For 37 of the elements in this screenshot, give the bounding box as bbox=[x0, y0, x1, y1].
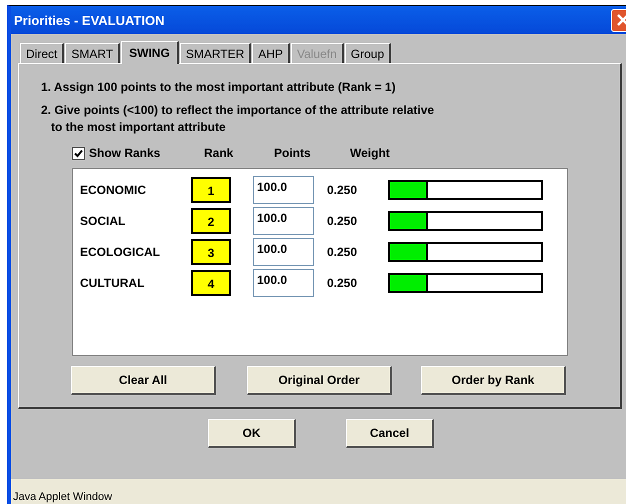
status-text: Java Applet Window bbox=[13, 491, 112, 503]
weight-value: 0.250 bbox=[327, 276, 358, 290]
instruction-text: 1. Assign 100 points to the most important attribute (Rank = 1) bbox=[41, 80, 397, 94]
points-field[interactable]: 100.0 bbox=[253, 176, 314, 204]
weight-value: 0.250 bbox=[327, 214, 358, 228]
panel-button[interactable]: Order by Rank bbox=[421, 366, 566, 395]
column-header: Weight bbox=[350, 146, 390, 160]
dialog-button[interactable]: Cancel bbox=[346, 419, 434, 448]
attribute-name: SOCIAL bbox=[79, 214, 126, 228]
window-title: Priorities - EVALUATION bbox=[14, 12, 164, 28]
instruction-text: to the most important attribute bbox=[51, 120, 227, 134]
weight-value: 0.250 bbox=[327, 244, 358, 258]
instruction-text: 2. Give points (<100) to reflect the importance of the attribute relative bbox=[41, 103, 436, 117]
points-field[interactable]: 100.0 bbox=[253, 206, 314, 234]
rank-badge: 3 bbox=[191, 238, 231, 264]
tab[interactable]: AHP bbox=[252, 43, 290, 63]
tab[interactable]: SMARTER bbox=[180, 43, 252, 63]
rank-badge: 2 bbox=[191, 208, 231, 234]
tab[interactable]: Group bbox=[344, 43, 392, 63]
rank-badge: 4 bbox=[191, 270, 231, 296]
column-header: Points bbox=[274, 146, 312, 160]
dialog-button[interactable]: OK bbox=[208, 419, 296, 448]
attribute-name: ECOLOGICAL bbox=[79, 244, 161, 258]
points-field[interactable]: 100.0 bbox=[253, 238, 314, 266]
rank-badge: 1 bbox=[191, 176, 231, 202]
tab[interactable]: SWING bbox=[121, 41, 179, 64]
attribute-name: CULTURAL bbox=[79, 276, 146, 290]
weight-value: 0.250 bbox=[327, 182, 358, 196]
column-header: Rank bbox=[204, 146, 234, 160]
checkbox[interactable] bbox=[72, 146, 85, 160]
checkbox-label: Show Ranks bbox=[89, 146, 160, 160]
points-field[interactable]: 100.0 bbox=[253, 268, 314, 296]
panel-button[interactable]: Clear All bbox=[71, 366, 216, 395]
panel-button[interactable]: Original Order bbox=[247, 366, 392, 395]
close-icon bbox=[616, 13, 626, 27]
attribute-name: ECONOMIC bbox=[79, 182, 147, 196]
tab[interactable]: Direct bbox=[20, 43, 64, 63]
